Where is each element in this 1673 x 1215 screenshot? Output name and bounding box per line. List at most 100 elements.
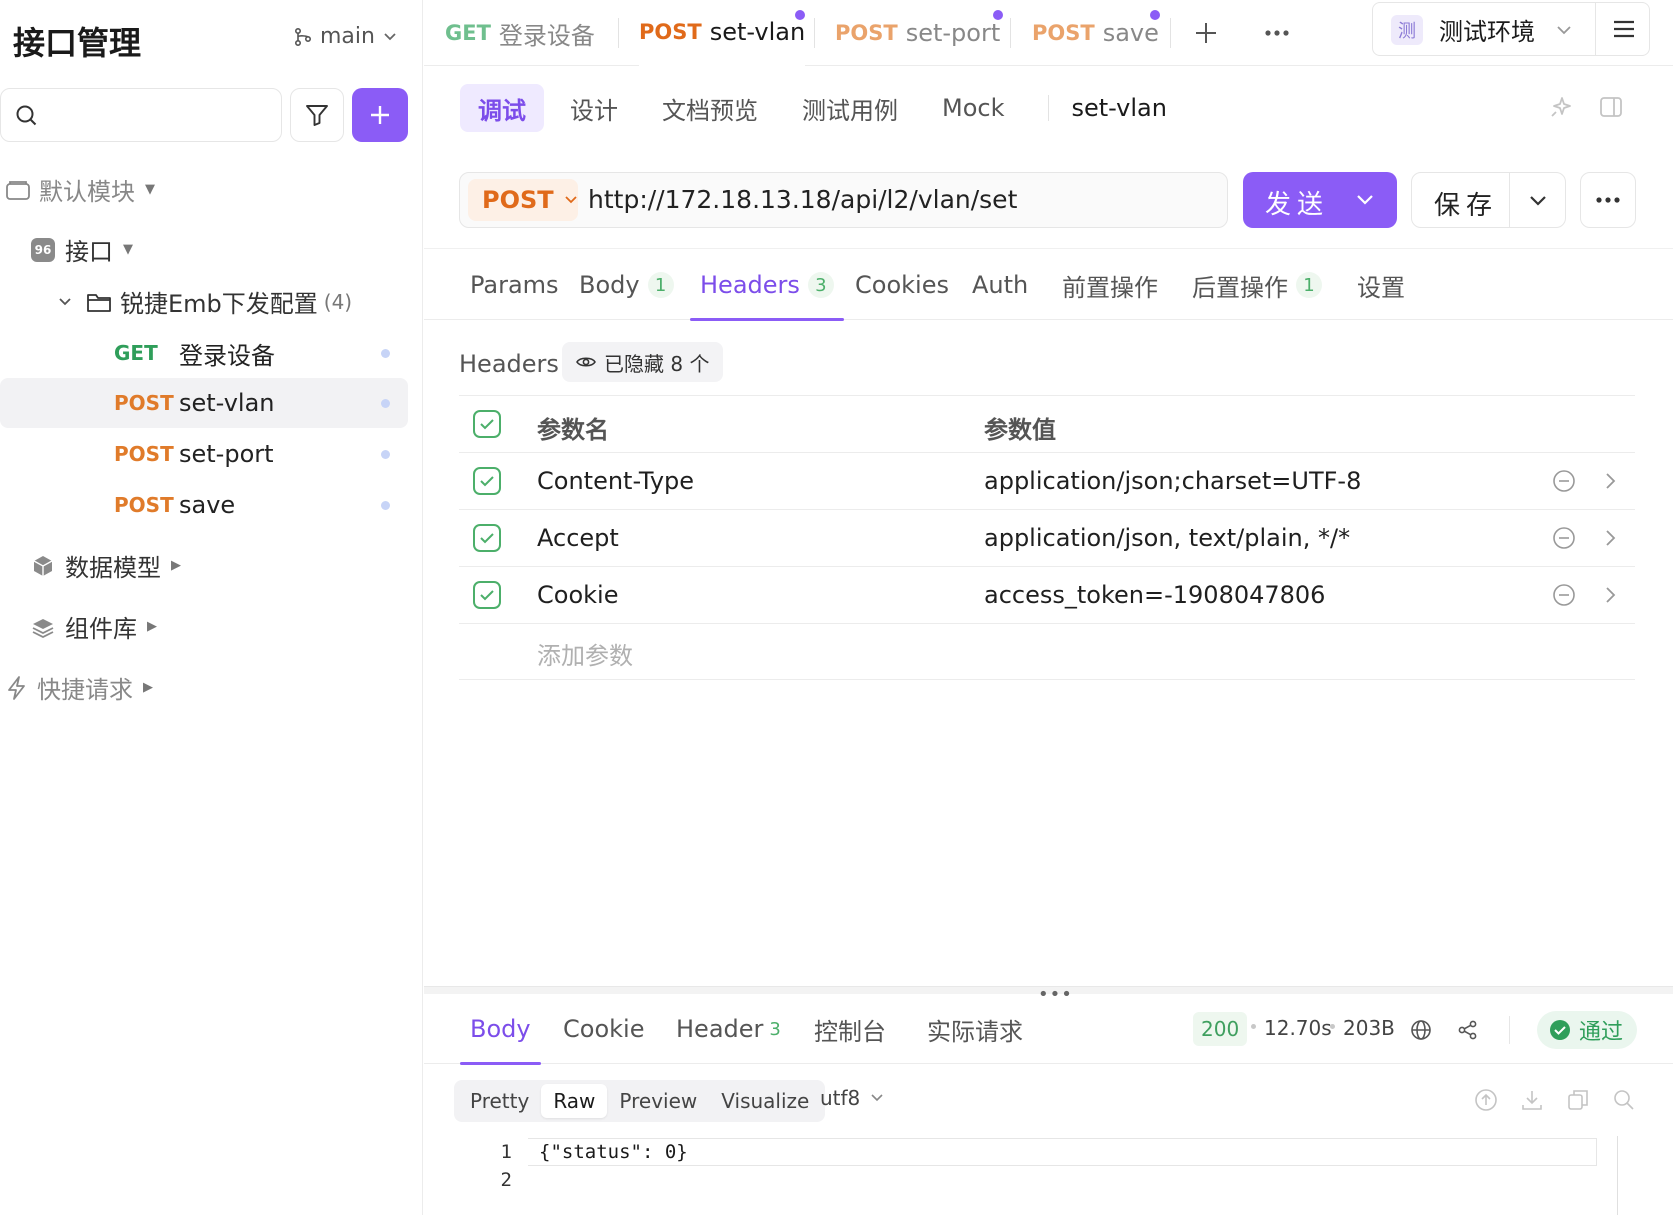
tree-quick-request[interactable]: 快捷请求 ▶ (5, 670, 153, 705)
count-badge: 1 (1296, 272, 1322, 298)
tab-cookies[interactable]: Cookies (855, 249, 949, 321)
format-preview[interactable]: Preview (607, 1084, 709, 1118)
more-button[interactable] (1580, 172, 1636, 228)
branch-selector[interactable]: main (294, 24, 397, 49)
chevron-down-icon (871, 1094, 883, 1102)
chevron-right-icon[interactable] (1603, 526, 1617, 550)
remove-icon[interactable] (1552, 583, 1576, 607)
count-badge: 3 (769, 1018, 781, 1040)
tree-api[interactable]: 96 接口 ▼ (31, 232, 133, 267)
env-badge: 测 (1391, 15, 1423, 45)
header-value[interactable]: application/json;charset=UTF-8 (984, 467, 1361, 495)
method-select[interactable]: POST (468, 179, 578, 221)
search-icon[interactable] (1612, 1088, 1636, 1112)
more-tabs-button[interactable] (1264, 0, 1290, 66)
search-icon (16, 105, 37, 126)
tab-set-port[interactable]: POST set-port (835, 0, 1003, 66)
select-all-checkbox[interactable] (473, 410, 501, 438)
copy-icon[interactable] (1566, 1088, 1590, 1112)
hidden-headers-toggle[interactable]: 已隐藏 8 个 (562, 342, 724, 382)
divider (1048, 95, 1050, 121)
tab-doc-preview[interactable]: 文档预览 (644, 84, 776, 132)
format-raw[interactable]: Raw (541, 1084, 608, 1118)
resp-tab-cookie[interactable]: Cookie (563, 994, 644, 1064)
line-number: 1 (500, 1141, 512, 1163)
header-value[interactable]: application/json, text/plain, */* (984, 524, 1350, 552)
sidebar-endpoint[interactable]: POST save (0, 480, 408, 530)
tab-auth[interactable]: Auth (972, 249, 1028, 321)
header-value[interactable]: access_token=-1908047806 (984, 581, 1325, 609)
tab-mock[interactable]: Mock (924, 84, 1022, 132)
new-tab-button[interactable] (1194, 0, 1218, 66)
sidebar-endpoint[interactable]: GET 登录设备 (0, 328, 408, 378)
row-checkbox[interactable] (473, 581, 501, 609)
filter-button[interactable] (290, 88, 344, 142)
layers-icon (32, 618, 54, 638)
row-checkbox[interactable] (473, 467, 501, 495)
tab-label: Headers (700, 271, 800, 299)
tab-label: 前置操作 (1062, 273, 1158, 302)
share-icon[interactable] (1457, 1019, 1479, 1041)
tab-headers[interactable]: Headers 3 (690, 249, 844, 321)
upload-icon[interactable] (1474, 1088, 1498, 1112)
url-input[interactable]: http://172.18.13.18/api/l2/vlan/set (588, 185, 1017, 214)
branch-icon (294, 27, 312, 46)
remove-icon[interactable] (1552, 526, 1576, 550)
chevron-right-icon[interactable] (1603, 583, 1617, 607)
chevron-down-icon[interactable] (1355, 190, 1375, 210)
tab-params[interactable]: Params (470, 249, 559, 321)
chevron-down-icon[interactable] (1528, 191, 1548, 211)
resp-tab-actual-request[interactable]: 实际请求 (927, 994, 1023, 1064)
code-text: {"status": 0} (539, 1141, 688, 1163)
resp-tab-body[interactable]: Body (460, 994, 541, 1065)
tab-set-vlan[interactable]: POST set-vlan (639, 0, 806, 66)
panel-toggle-icon[interactable] (1598, 94, 1624, 120)
header-name[interactable]: Content-Type (537, 467, 694, 495)
tree-components[interactable]: 组件库 ▶ (31, 609, 157, 644)
environment-selector[interactable]: 测 测试环境 (1372, 2, 1650, 56)
tab-login-device[interactable]: GET 登录设备 (445, 0, 595, 66)
add-param-row[interactable]: 添加参数 (459, 623, 1635, 680)
chevron-right-icon[interactable] (1603, 469, 1617, 493)
tab-settings[interactable]: 设置 (1357, 249, 1405, 321)
endpoint-method: POST (114, 493, 174, 517)
resp-tab-header[interactable]: Header 3 (676, 994, 781, 1064)
send-button[interactable]: 发送 (1243, 172, 1397, 228)
count-badge: 1 (647, 272, 674, 298)
tree-folder[interactable]: 锐捷Emb下发配置 (4) (58, 284, 352, 319)
header-name[interactable]: Cookie (537, 581, 618, 609)
magic-wand-icon[interactable] (1546, 94, 1574, 122)
tree-default-module[interactable]: 默认模块 ▼ (5, 172, 155, 207)
tab-save[interactable]: POST save (1032, 0, 1160, 66)
encoding-select[interactable]: utf8 (820, 1086, 884, 1110)
tab-design[interactable]: 设计 (552, 84, 636, 132)
add-button[interactable] (352, 88, 408, 142)
tab-test-cases[interactable]: 测试用例 (784, 84, 916, 132)
tab-body[interactable]: Body 1 (579, 249, 674, 321)
sidebar-endpoint[interactable]: POST set-port (0, 429, 408, 479)
add-param-placeholder[interactable]: 添加参数 (537, 636, 633, 671)
tab-debug[interactable]: 调试 (460, 84, 544, 132)
format-pretty[interactable]: Pretty (458, 1084, 541, 1118)
resp-tab-console[interactable]: 控制台 (814, 994, 886, 1064)
test-result-badge[interactable]: 通过 (1537, 1011, 1638, 1049)
menu-button[interactable] (1595, 3, 1651, 55)
response-code-viewer[interactable]: 1 {"status": 0} 2 (454, 1134, 1640, 1215)
header-name[interactable]: Accept (537, 524, 619, 552)
row-checkbox[interactable] (473, 524, 501, 552)
search-input[interactable] (49, 97, 269, 133)
tree-data-model[interactable]: 数据模型 ▶ (31, 548, 181, 583)
sidebar-search[interactable] (0, 88, 282, 142)
tab-post-actions[interactable]: 后置操作 1 (1192, 249, 1322, 321)
tab-pre-actions[interactable]: 前置操作 (1062, 249, 1158, 321)
globe-icon[interactable] (1410, 1019, 1432, 1041)
scrollbar[interactable] (1617, 1136, 1618, 1215)
caret-right-icon: ▶ (171, 558, 181, 573)
format-visualize[interactable]: Visualize (709, 1084, 821, 1118)
sidebar-endpoint-active[interactable]: POST set-vlan (0, 378, 408, 428)
remove-icon[interactable] (1552, 469, 1576, 493)
save-button[interactable]: 保存 (1411, 172, 1566, 228)
endpoint-method: POST (114, 391, 174, 415)
divider (1509, 173, 1510, 227)
download-icon[interactable] (1520, 1088, 1544, 1112)
